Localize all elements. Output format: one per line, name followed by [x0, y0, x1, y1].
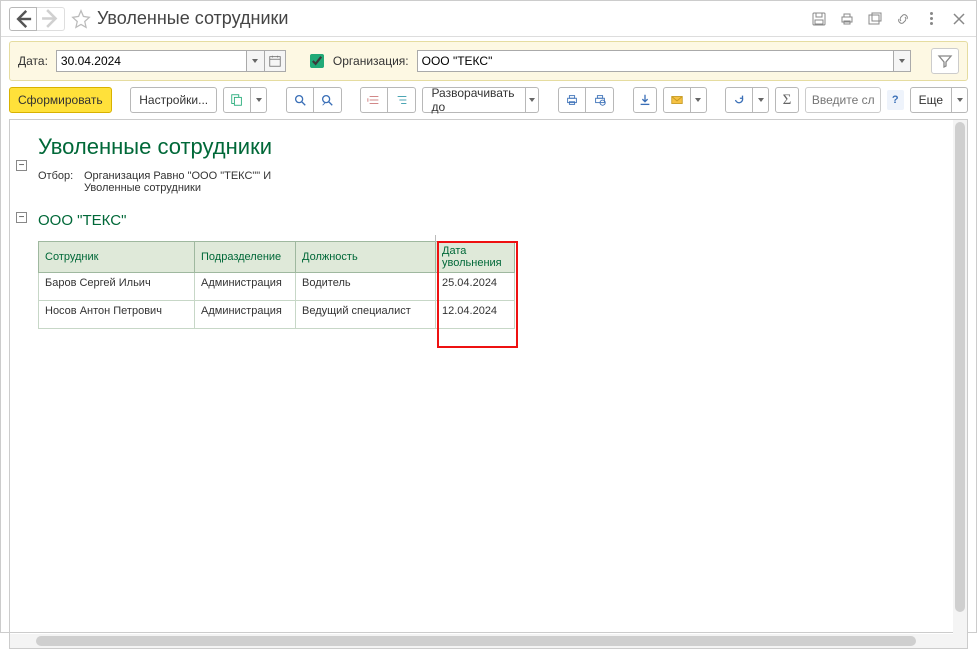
cell-position: Водитель: [296, 273, 436, 301]
col-employee: Сотрудник: [39, 242, 195, 273]
favorite-icon[interactable]: [71, 9, 91, 29]
date-dropdown-button[interactable]: [246, 50, 264, 72]
generate-button[interactable]: Сформировать: [9, 87, 112, 113]
table-row: Баров Сергей Ильич Администрация Водител…: [39, 273, 515, 301]
report-table: Сотрудник Подразделение Должность Дата у…: [38, 235, 515, 329]
org-input[interactable]: [417, 50, 893, 72]
horizontal-scrollbar[interactable]: [10, 634, 953, 648]
more-menu-icon[interactable]: [922, 10, 940, 28]
new-window-icon[interactable]: [866, 10, 884, 28]
table-row: Носов Антон Петрович Администрация Ведущ…: [39, 301, 515, 329]
refresh-button[interactable]: [725, 87, 753, 113]
more-label: Еще: [919, 93, 943, 107]
variants-button[interactable]: [223, 87, 251, 113]
cell-date: 12.04.2024: [436, 301, 515, 329]
org-heading: ООО "ТЕКС": [38, 212, 955, 229]
save-icon[interactable]: [810, 10, 828, 28]
print-icon[interactable]: [838, 10, 856, 28]
date-calendar-button[interactable]: [264, 50, 286, 72]
close-icon[interactable]: [950, 10, 968, 28]
window-title: Уволенные сотрудники: [97, 8, 810, 29]
col-department: Подразделение: [195, 242, 296, 273]
sigma-icon: Σ: [783, 92, 792, 109]
nav-back-button[interactable]: [9, 7, 37, 31]
cell-department: Администрация: [195, 273, 296, 301]
titlebar: Уволенные сотрудники: [1, 1, 976, 37]
col-date: Дата увольнения: [436, 242, 515, 273]
settings-label: Настройки...: [139, 93, 208, 107]
search-input[interactable]: [805, 87, 881, 113]
find-prev-button[interactable]: [314, 87, 342, 113]
sum-button[interactable]: Σ: [775, 87, 799, 113]
filter-desc-line2: Уволенные сотрудники: [84, 182, 271, 194]
org-dropdown-button[interactable]: [893, 50, 911, 72]
expand-to-label: Разворачивать до: [431, 86, 516, 114]
cell-employee: Баров Сергей Ильич: [39, 273, 195, 301]
tree-toggle-org[interactable]: −: [16, 212, 27, 223]
cell-department: Администрация: [195, 301, 296, 329]
help-button[interactable]: ?: [887, 90, 904, 110]
report-title: Уволенные сотрудники: [38, 134, 955, 160]
report-area: − Уволенные сотрудники Отбор: Организаци…: [9, 119, 968, 649]
variants-dropdown[interactable]: [251, 87, 267, 113]
tree-toggle-report[interactable]: −: [16, 160, 27, 171]
expand-to-button[interactable]: Разворачивать до: [422, 87, 525, 113]
refresh-dropdown[interactable]: [753, 87, 769, 113]
toolbar: Сформировать Настройки... Разворачивать …: [1, 81, 976, 119]
cell-employee: Носов Антон Петрович: [39, 301, 195, 329]
save-report-button[interactable]: [633, 87, 657, 113]
filter-settings-button[interactable]: [931, 48, 959, 74]
expand-to-dropdown[interactable]: [526, 87, 540, 113]
filter-description: Отбор: Организация Равно "ООО "ТЕКС"" И …: [38, 170, 955, 194]
filter-desc-label: Отбор:: [38, 170, 84, 194]
vertical-scrollbar[interactable]: [953, 120, 967, 634]
date-input[interactable]: [56, 50, 246, 72]
date-label: Дата:: [18, 54, 48, 68]
filter-bar: Дата: Организация:: [9, 41, 968, 81]
cell-position: Ведущий специалист: [296, 301, 436, 329]
link-icon[interactable]: [894, 10, 912, 28]
print-button[interactable]: [558, 87, 586, 113]
print-preview-button[interactable]: [586, 87, 614, 113]
find-button[interactable]: [286, 87, 314, 113]
settings-button[interactable]: Настройки...: [130, 87, 217, 113]
generate-label: Сформировать: [18, 93, 103, 107]
nav-forward-button[interactable]: [37, 7, 65, 31]
collapse-button[interactable]: [360, 87, 388, 113]
more-button[interactable]: Еще: [910, 87, 952, 113]
email-dropdown[interactable]: [691, 87, 707, 113]
expand-button[interactable]: [388, 87, 416, 113]
org-filter-checkbox[interactable]: [310, 54, 324, 68]
email-button[interactable]: [663, 87, 691, 113]
more-dropdown[interactable]: [952, 87, 968, 113]
col-position: Должность: [296, 242, 436, 273]
filter-desc-line1: Организация Равно "ООО "ТЕКС"" И: [84, 170, 271, 182]
org-label: Организация:: [333, 54, 409, 68]
cell-date: 25.04.2024: [436, 273, 515, 301]
